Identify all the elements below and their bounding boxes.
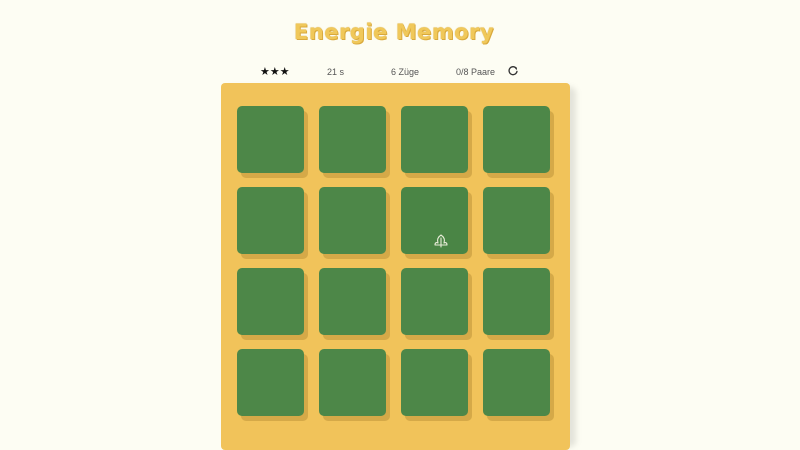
- stats-bar: ★★★ 21 s 6 Züge 0/8 Paare: [0, 66, 800, 80]
- memory-card[interactable]: [483, 349, 550, 416]
- move-counter: 6 Züge: [391, 67, 420, 77]
- star-rating: ★★★: [260, 65, 290, 78]
- pairs-counter: 0/8 Paare: [456, 67, 496, 77]
- leaf-icon: [433, 233, 449, 248]
- memory-card[interactable]: [483, 106, 550, 173]
- card-grid: [237, 106, 550, 416]
- timer: 21 s: [327, 67, 345, 77]
- memory-card[interactable]: [483, 268, 550, 335]
- memory-card[interactable]: [319, 349, 386, 416]
- refresh-icon[interactable]: [507, 65, 519, 77]
- memory-card[interactable]: [237, 268, 304, 335]
- memory-card[interactable]: [319, 106, 386, 173]
- memory-card[interactable]: [401, 349, 468, 416]
- memory-card[interactable]: [237, 349, 304, 416]
- game-title: Energie Memory: [293, 20, 495, 44]
- memory-card[interactable]: [319, 268, 386, 335]
- memory-card[interactable]: [319, 187, 386, 254]
- memory-card[interactable]: [401, 268, 468, 335]
- memory-card[interactable]: [401, 106, 468, 173]
- memory-card[interactable]: [237, 187, 304, 254]
- memory-card[interactable]: [237, 106, 304, 173]
- memory-card[interactable]: [401, 187, 468, 254]
- memory-card[interactable]: [483, 187, 550, 254]
- game-board: [221, 83, 570, 450]
